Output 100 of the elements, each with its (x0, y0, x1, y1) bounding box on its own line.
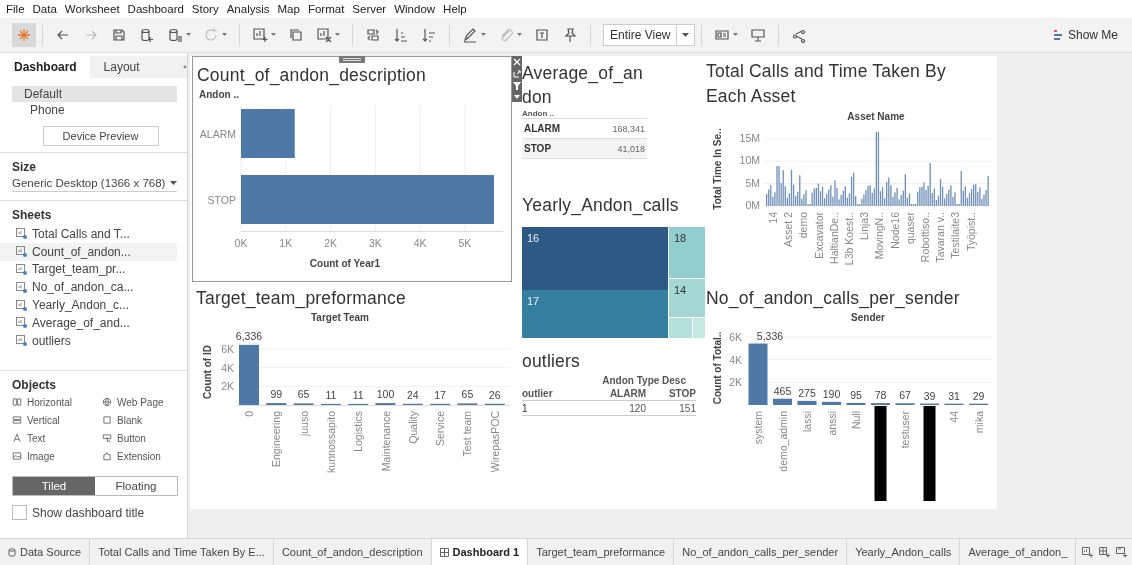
sheet-tab[interactable]: Dashboard 1 (431, 539, 529, 565)
column-header: STOP (667, 387, 696, 399)
axis-tick-label: 5K (458, 237, 472, 249)
sheet-item[interactable]: Yearly_Andon_c... (0, 296, 177, 314)
logo-icon[interactable] (12, 23, 36, 47)
chart-title: Count_of_andon_description (196, 64, 426, 87)
device-preview-button[interactable]: Device Preview (42, 126, 159, 146)
category-label: 0 (243, 411, 255, 417)
drag-handle-icon[interactable] (339, 56, 365, 63)
save-icon[interactable] (111, 27, 127, 43)
caret-icon[interactable] (513, 94, 521, 100)
sheet-item[interactable]: No_of_andon_ca... (0, 278, 177, 297)
size-dropdown[interactable]: Generic Desktop (1366 x 768) (12, 177, 177, 192)
section-title: Objects (12, 378, 57, 392)
menu-item[interactable]: Worksheet (64, 3, 120, 15)
sheet-tab[interactable]: Target_team_preformance (528, 539, 675, 565)
treemap-cell[interactable] (522, 290, 668, 338)
popout-icon[interactable] (513, 70, 521, 78)
sheet-tab[interactable]: Total Calls and Time Taken By E... (90, 539, 274, 565)
menu-item[interactable]: Format (307, 3, 345, 15)
object-item[interactable]: Web Page (102, 395, 182, 409)
caret-icon[interactable] (222, 33, 227, 37)
chart-x-icon[interactable] (316, 27, 332, 43)
sheet-item[interactable]: Total Calls and T... (0, 225, 177, 243)
sort-descending-icon[interactable] (421, 27, 437, 43)
device-item[interactable]: Phone (12, 102, 177, 118)
sort-ascending-icon[interactable] (393, 27, 409, 43)
sheet-tab[interactable]: Data Source (0, 539, 91, 565)
object-item[interactable]: Horizontal (12, 395, 102, 409)
bar[interactable] (773, 398, 792, 405)
caret-icon[interactable] (733, 33, 739, 37)
caret-icon[interactable] (186, 33, 191, 37)
dot-icon[interactable] (183, 65, 187, 69)
view-dropdown[interactable]: Entire View (603, 24, 696, 46)
menu-item[interactable]: Map (277, 3, 300, 15)
treemap-cell[interactable] (522, 227, 668, 290)
pin-icon[interactable] (562, 27, 578, 43)
bar[interactable] (822, 401, 841, 405)
data-label: 6,336 (235, 329, 263, 342)
share-icon[interactable] (791, 27, 808, 43)
axis-title: Target Team (311, 312, 369, 323)
menu-item[interactable]: Server (352, 3, 387, 15)
object-item[interactable]: Extension (102, 449, 182, 463)
card-icon[interactable] (714, 27, 731, 43)
caret-icon[interactable] (517, 33, 522, 37)
category-label: Test team (461, 411, 474, 457)
menu-item[interactable]: Help (443, 3, 467, 15)
database-icon[interactable] (167, 27, 183, 43)
sheet-item[interactable]: Target_team_pr... (0, 260, 177, 279)
swap-icon[interactable] (365, 27, 381, 43)
bar[interactable] (748, 343, 768, 405)
menu-item[interactable]: Story (191, 3, 219, 15)
sheet-tab[interactable]: Count_of_andon_description (273, 539, 432, 565)
bar[interactable] (846, 402, 866, 405)
object-item[interactable]: Image (12, 449, 102, 463)
treemap-cell[interactable] (669, 279, 705, 317)
bar[interactable] (797, 400, 817, 405)
caret-icon[interactable] (271, 33, 276, 37)
axis-tick-label: 1K (279, 237, 293, 249)
layout-mode-toggle[interactable]: Tiled (13, 477, 95, 495)
filter-icon[interactable] (513, 82, 521, 90)
sheet-tab[interactable]: Average_of_andon_ (960, 539, 1077, 565)
menu-item[interactable]: Data (32, 3, 57, 15)
sheet-item[interactable]: outliers (0, 331, 177, 350)
caret-icon[interactable] (481, 33, 486, 37)
sheet-tab[interactable]: Yearly_Andon_calls (847, 539, 961, 565)
sheet-item[interactable]: Count_of_andon... (0, 242, 177, 261)
text-box-icon[interactable] (534, 27, 550, 43)
treemap-cell[interactable] (669, 318, 692, 338)
caret-icon[interactable] (335, 33, 340, 37)
menu-item[interactable]: Window (394, 3, 436, 15)
menu-item[interactable]: Dashboard (127, 3, 184, 15)
chart-panel[interactable]: Count_of_andon_description Andon .. ALARM STOP 0K 1K 2K 3K 4K 5K Count of Year1 (192, 56, 512, 282)
device-item[interactable]: Default (12, 86, 177, 102)
pen-icon[interactable] (462, 27, 478, 43)
axis-title: Andon .. (198, 88, 240, 101)
treemap-cell[interactable] (669, 227, 705, 278)
panel-tab[interactable]: Dashboard (0, 56, 90, 78)
show-me-button[interactable]: Show Me (1049, 26, 1122, 44)
object-item[interactable]: Button (102, 431, 182, 445)
sheet-item[interactable]: Average_of_and... (0, 314, 177, 332)
database-plus-icon[interactable] (139, 27, 155, 43)
new-worksheet-icon[interactable] (1082, 546, 1094, 558)
panel-tab[interactable]: Layout (89, 56, 180, 78)
new-story-icon[interactable] (1116, 546, 1128, 558)
object-item[interactable]: Blank (102, 413, 182, 427)
copy-icon[interactable] (288, 27, 304, 43)
worksheet-icon (16, 228, 27, 240)
menu-item[interactable]: Analysis (226, 3, 270, 15)
close-icon[interactable] (513, 58, 521, 66)
object-item[interactable]: Text (12, 431, 102, 445)
sheet-tab[interactable]: No_of_andon_calls_per_sender (674, 539, 848, 565)
chart-plus-icon[interactable] (252, 27, 268, 43)
checkbox[interactable] (12, 505, 27, 520)
new-dashboard-icon[interactable] (1099, 546, 1111, 558)
menu-item[interactable]: File (6, 3, 25, 15)
data-label: 26 (488, 388, 501, 401)
presentation-icon[interactable] (750, 27, 767, 43)
treemap-cell[interactable] (693, 318, 705, 338)
object-item[interactable]: Vertical (12, 413, 102, 427)
